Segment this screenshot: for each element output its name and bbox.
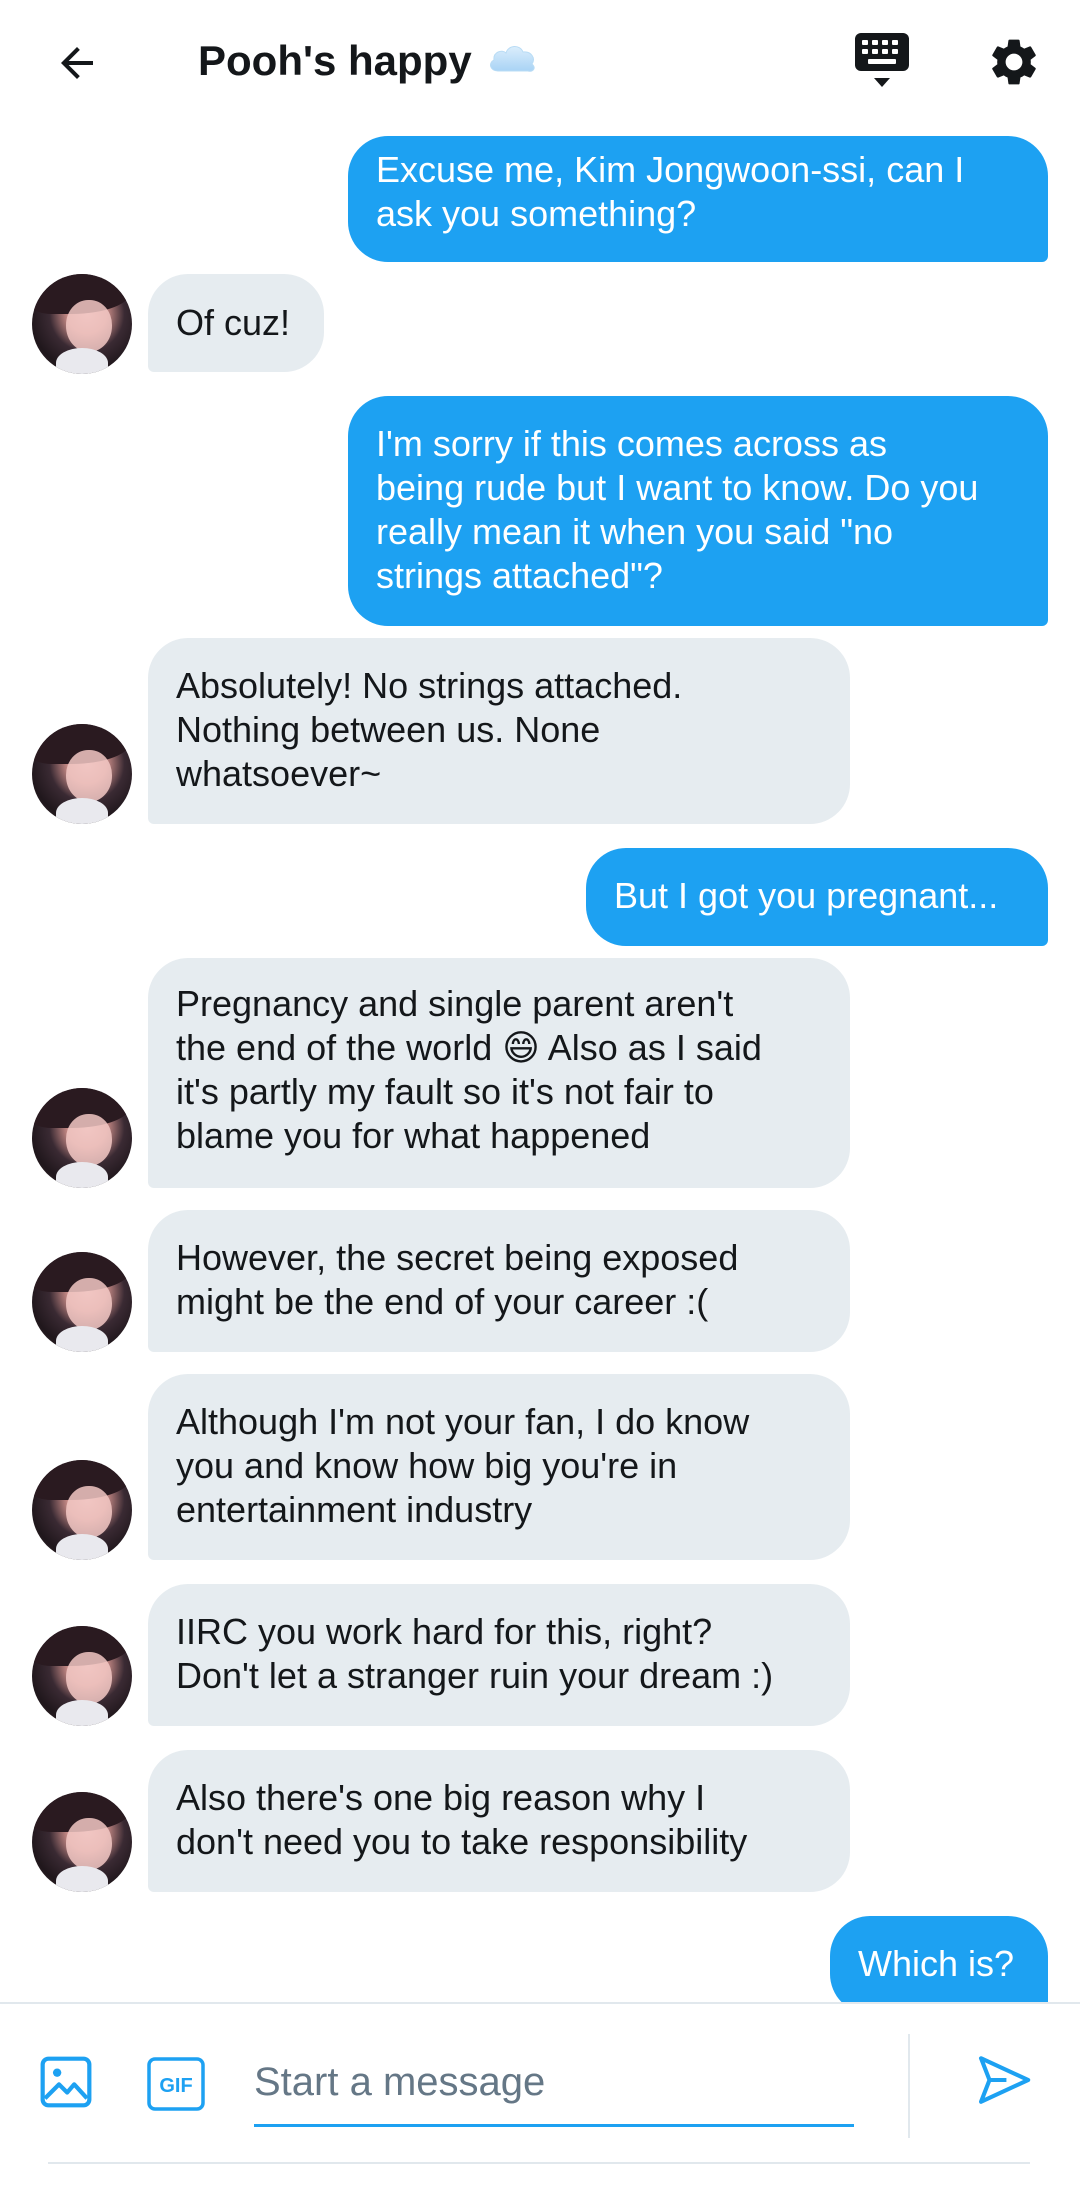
gear-icon [992,39,1036,85]
received-message-bubble[interactable]: However, the secret being exposed might … [148,1210,850,1352]
message-row: Absolutely! No strings attached. Nothing… [0,638,1080,824]
conversation-title[interactable]: Pooh's happy [198,32,538,90]
gif-icon: GIF [147,2057,205,2111]
conversation-title-text: Pooh's happy [198,37,472,84]
message-input[interactable] [254,2040,854,2127]
message-row: But I got you pregnant... [0,848,1080,946]
sent-message-bubble[interactable]: But I got you pregnant... [586,848,1048,946]
received-message-bubble[interactable]: IIRC you work hard for this, right? Don'… [148,1584,850,1726]
message-composer: GIF [0,2002,1080,2194]
received-message-bubble[interactable]: Pregnancy and single parent aren't the e… [148,958,850,1188]
keyboard-button[interactable] [848,26,916,96]
message-row: Also there's one big reason why I don't … [0,1750,1080,1892]
message-row: Excuse me, Kim Jongwoon-ssi, can I ask y… [0,136,1080,262]
image-icon [40,2056,92,2108]
send-icon [978,2056,1031,2104]
message-row: However, the secret being exposed might … [0,1210,1080,1352]
contact-avatar[interactable] [32,1460,132,1560]
keyboard-icon [855,33,909,87]
contact-avatar[interactable] [32,724,132,824]
add-media-button[interactable] [36,2052,96,2112]
send-button[interactable] [970,2046,1038,2114]
arrow-left-icon [61,47,93,79]
back-button[interactable] [44,30,110,96]
contact-avatar[interactable] [32,274,132,374]
composer-divider [908,2034,910,2138]
received-message-bubble[interactable]: Absolutely! No strings attached. Nothing… [148,638,850,824]
received-message-bubble[interactable]: Although I'm not your fan, I do know you… [148,1374,850,1560]
message-row: I'm sorry if this comes across as being … [0,396,1080,626]
contact-avatar[interactable] [32,1088,132,1188]
message-row: Although I'm not your fan, I do know you… [0,1374,1080,1560]
gif-button[interactable]: GIF [146,2056,206,2112]
sent-message-bubble[interactable]: Which is? [830,1916,1048,2002]
message-row: Which is? [0,1916,1080,2002]
message-list[interactable]: Excuse me, Kim Jongwoon-ssi, can I ask y… [0,122,1080,2002]
sent-message-bubble[interactable]: Excuse me, Kim Jongwoon-ssi, can I ask y… [348,136,1048,262]
contact-avatar[interactable] [32,1252,132,1352]
contact-avatar[interactable] [32,1792,132,1892]
settings-button[interactable] [980,28,1048,96]
contact-avatar[interactable] [32,1626,132,1726]
message-row: Pregnancy and single parent aren't the e… [0,958,1080,1188]
message-row: IIRC you work hard for this, right? Don'… [0,1584,1080,1726]
received-message-bubble[interactable]: Of cuz! [148,274,324,372]
received-message-bubble[interactable]: Also there's one big reason why I don't … [148,1750,850,1892]
gif-label: GIF [159,2075,192,2097]
message-row: Of cuz! [0,274,1080,374]
cloud-emoji-icon [486,32,538,90]
conversation-header: Pooh's happy [0,0,1080,122]
sent-message-bubble[interactable]: I'm sorry if this comes across as being … [348,396,1048,626]
bottom-divider [48,2162,1030,2164]
